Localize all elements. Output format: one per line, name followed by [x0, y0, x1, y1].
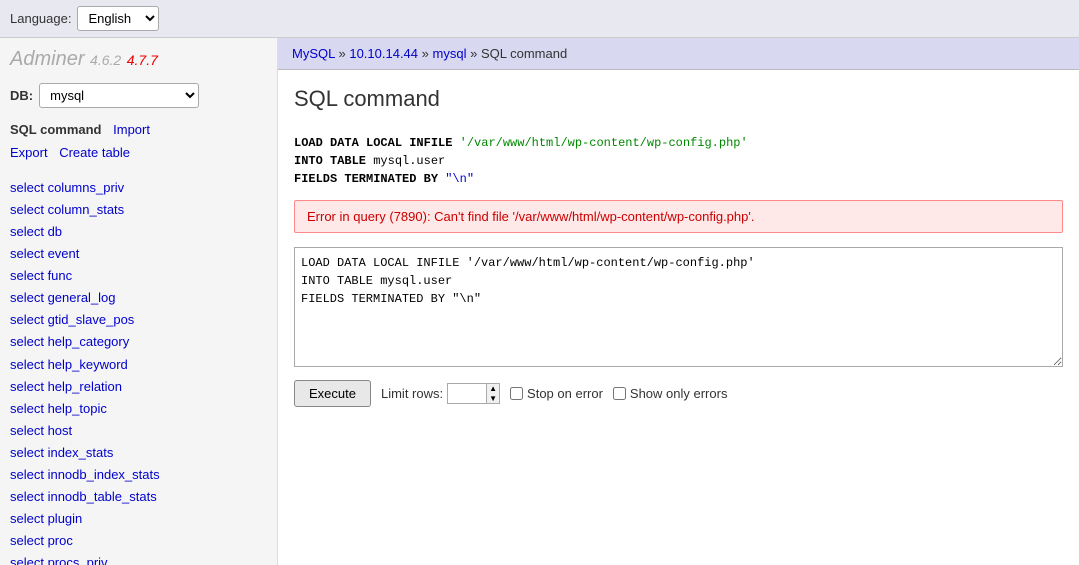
table-list-item[interactable]: select gtid_slave_pos: [10, 309, 267, 331]
sidebar: Adminer 4.6.2 4.7.7 DB: mysqlinformation…: [0, 38, 278, 565]
language-select[interactable]: EnglishCzechFrenchGermanSpanishChinese: [77, 6, 159, 31]
show-only-errors-text: Show only errors: [630, 386, 728, 401]
limit-up-button[interactable]: ▲: [487, 384, 499, 394]
sql-keyword-3: FIELDS TERMINATED BY: [294, 172, 445, 186]
table-list-item[interactable]: select proc: [10, 530, 267, 552]
table-list-item[interactable]: select index_stats: [10, 442, 267, 464]
sql-line-1: LOAD DATA LOCAL INFILE '/var/www/html/wp…: [294, 134, 1063, 152]
breadcrumb-sep3: »: [470, 46, 477, 61]
breadcrumb: MySQL » 10.10.14.44 » mysql » SQL comman…: [278, 38, 1079, 70]
table-list-item[interactable]: select func: [10, 265, 267, 287]
nav-import[interactable]: Import: [113, 122, 150, 137]
layout: Adminer 4.6.2 4.7.7 DB: mysqlinformation…: [0, 38, 1079, 565]
breadcrumb-server[interactable]: 10.10.14.44: [349, 46, 418, 61]
db-row: DB: mysqlinformation_schemaperformance_s…: [10, 83, 267, 108]
version-old: 4.6.2: [90, 52, 121, 68]
sql-table: mysql.user: [373, 154, 445, 168]
table-list-item[interactable]: select innodb_index_stats: [10, 464, 267, 486]
stop-on-error-label[interactable]: Stop on error: [510, 386, 603, 401]
sql-line-3: FIELDS TERMINATED BY "\n": [294, 170, 1063, 188]
table-list-item[interactable]: select column_stats: [10, 199, 267, 221]
table-list-item[interactable]: select host: [10, 420, 267, 442]
version-new: 4.7.7: [127, 52, 158, 68]
table-list: select columns_privselect column_statsse…: [10, 177, 267, 565]
table-list-item[interactable]: select help_keyword: [10, 354, 267, 376]
bottom-controls: Execute Limit rows: ▲ ▼ Stop on error: [294, 380, 1063, 407]
sql-escape-1: "\n": [445, 172, 474, 186]
limit-label: Limit rows:: [381, 386, 443, 401]
execute-button[interactable]: Execute: [294, 380, 371, 407]
table-list-item[interactable]: select help_category: [10, 331, 267, 353]
stop-on-error-checkbox[interactable]: [510, 387, 523, 400]
db-select[interactable]: mysqlinformation_schemaperformance_schem…: [39, 83, 199, 108]
breadcrumb-sep1: »: [338, 46, 345, 61]
main-content: MySQL » 10.10.14.44 » mysql » SQL comman…: [278, 38, 1079, 565]
table-list-item[interactable]: select procs_priv: [10, 552, 267, 565]
page-content: SQL command LOAD DATA LOCAL INFILE '/var…: [278, 70, 1079, 423]
language-label: Language:: [10, 11, 71, 26]
error-box: Error in query (7890): Can't find file '…: [294, 200, 1063, 233]
app-title: Adminer 4.6.2 4.7.7: [10, 48, 267, 71]
show-only-errors-checkbox[interactable]: [613, 387, 626, 400]
app-name: Adminer: [10, 48, 84, 70]
error-message: Error in query (7890): Can't find file '…: [307, 209, 754, 224]
breadcrumb-db[interactable]: mysql: [433, 46, 467, 61]
show-only-errors-label[interactable]: Show only errors: [613, 386, 728, 401]
sql-display: LOAD DATA LOCAL INFILE '/var/www/html/wp…: [294, 134, 1063, 188]
stop-on-error-text: Stop on error: [527, 386, 603, 401]
limit-input[interactable]: [448, 384, 486, 403]
breadcrumb-sep2: »: [422, 46, 429, 61]
sql-keyword-1: LOAD DATA LOCAL INFILE: [294, 136, 460, 150]
limit-row: Limit rows: ▲ ▼: [381, 383, 500, 404]
nav-create-table[interactable]: Create table: [59, 145, 130, 160]
table-list-item[interactable]: select columns_priv: [10, 177, 267, 199]
sql-keyword-2: INTO TABLE: [294, 154, 373, 168]
table-list-item[interactable]: select db: [10, 221, 267, 243]
limit-spinner: ▲ ▼: [486, 384, 499, 403]
page-title: SQL command: [294, 86, 1063, 120]
breadcrumb-mysql[interactable]: MySQL: [292, 46, 335, 61]
limit-down-button[interactable]: ▼: [487, 394, 499, 404]
limit-input-wrap: ▲ ▼: [447, 383, 500, 404]
table-list-item[interactable]: select help_relation: [10, 376, 267, 398]
table-list-item[interactable]: select innodb_table_stats: [10, 486, 267, 508]
table-list-item[interactable]: select help_topic: [10, 398, 267, 420]
table-list-item[interactable]: select event: [10, 243, 267, 265]
nav-sql-command[interactable]: SQL command: [10, 122, 102, 137]
nav-export[interactable]: Export: [10, 145, 48, 160]
table-list-item[interactable]: select general_log: [10, 287, 267, 309]
sql-line-2: INTO TABLE mysql.user: [294, 152, 1063, 170]
table-list-item[interactable]: select plugin: [10, 508, 267, 530]
breadcrumb-page: SQL command: [481, 46, 567, 61]
sql-string-1: '/var/www/html/wp-content/wp-config.php': [460, 136, 748, 150]
sql-editor[interactable]: [294, 247, 1063, 367]
db-label: DB:: [10, 88, 33, 103]
top-bar: Language: EnglishCzechFrenchGermanSpanis…: [0, 0, 1079, 38]
nav-links: SQL command Import Export Create table: [10, 118, 267, 165]
